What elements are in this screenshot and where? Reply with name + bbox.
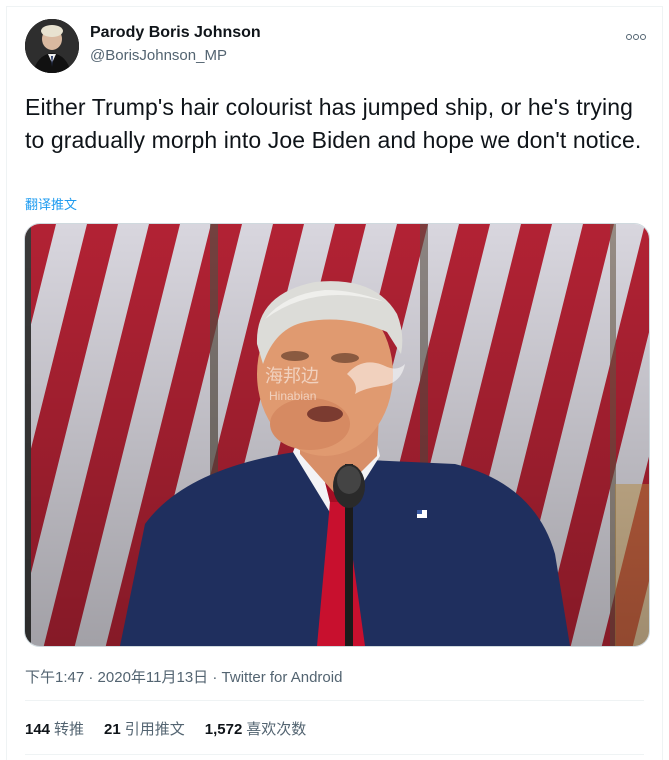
more-horizontal-icon[interactable] (626, 27, 648, 40)
likes-count: 1,572 (204, 721, 243, 738)
avatar[interactable] (25, 19, 79, 73)
tweet-text: Either Trump's hair colourist has jumped… (25, 94, 642, 153)
retweets-count: 144 (25, 721, 51, 738)
divider (25, 700, 644, 701)
quotes-stat[interactable]: 21 引用推文 (104, 718, 185, 739)
quotes-label: 引用推文 (124, 721, 185, 738)
likes-stat[interactable]: 1,572 喜欢次数 (205, 718, 307, 739)
tweet-meta: 下午1:47 · 2020年11月13日 · Twitter for Andro… (25, 666, 342, 687)
tweet-card: Parody Boris Johnson @BorisJohnson_MP Ei… (6, 6, 663, 760)
meta-separator: · (84, 669, 98, 686)
tweet-date-link[interactable]: 2020年11月13日 (98, 669, 209, 686)
watermark-cn: 海邦边 (265, 366, 319, 387)
tweet-stats: 144 转推 21 引用推文 1,572 喜欢次数 (25, 718, 306, 739)
meta-separator: · (208, 669, 222, 686)
divider (25, 754, 644, 755)
watermark-en: Hinabian (269, 389, 316, 403)
retweets-stat[interactable]: 144 转推 (25, 718, 84, 739)
display-name[interactable]: Parody Boris Johnson (90, 24, 261, 42)
likes-label: 喜欢次数 (246, 721, 307, 738)
tweet-time-link[interactable]: 下午1:47 (25, 669, 84, 686)
tweet-media-image[interactable]: 海邦边 Hinabian (24, 223, 650, 647)
translate-tweet-link[interactable]: 翻译推文 (25, 194, 77, 213)
quotes-count: 21 (104, 721, 121, 738)
retweets-label: 转推 (54, 721, 85, 738)
tweet-source-link[interactable]: Twitter for Android (222, 669, 343, 686)
user-handle[interactable]: @BorisJohnson_MP (90, 47, 227, 64)
